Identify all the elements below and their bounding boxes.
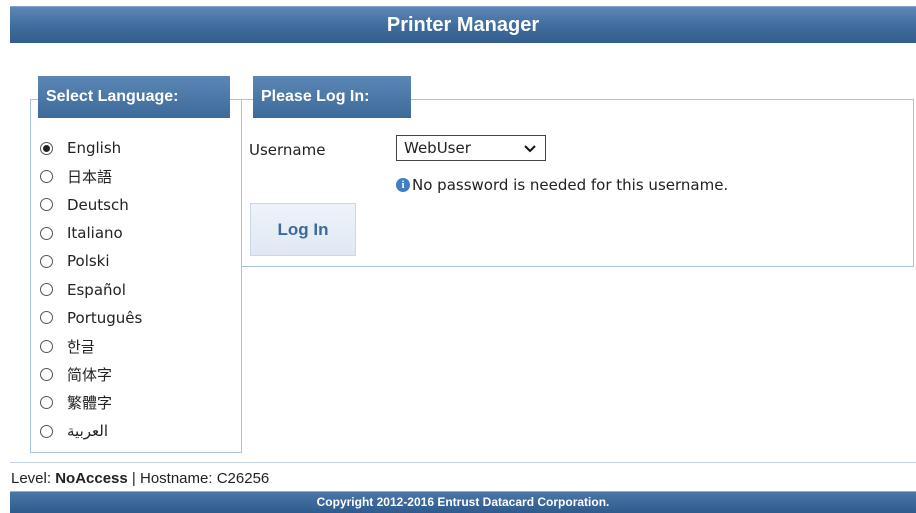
radio-button[interactable] bbox=[40, 254, 53, 268]
radio-button[interactable] bbox=[40, 339, 53, 353]
language-option-traditional-chinese[interactable]: 繁體字 bbox=[40, 389, 142, 417]
language-option-portuguese[interactable]: Português bbox=[40, 304, 142, 332]
level-label: Level: bbox=[11, 470, 52, 487]
copyright-text: Copyright 2012-2016 Entrust Datacard Cor… bbox=[316, 495, 610, 509]
radio-button[interactable] bbox=[40, 311, 53, 325]
language-label: Português bbox=[67, 308, 143, 327]
language-label: English bbox=[67, 139, 122, 158]
username-select[interactable]: WebUser bbox=[396, 135, 546, 161]
language-option-japanese[interactable]: 日本語 bbox=[40, 162, 142, 190]
language-option-english[interactable]: English bbox=[40, 134, 142, 162]
radio-button[interactable] bbox=[40, 226, 53, 240]
language-option-korean[interactable]: 한글 bbox=[40, 332, 142, 360]
language-list: English 日本語 Deutsch Italiano Polski Espa… bbox=[40, 134, 142, 445]
language-option-simplified-chinese[interactable]: 简体字 bbox=[40, 360, 142, 388]
radio-button[interactable] bbox=[40, 424, 53, 438]
language-label: Español bbox=[67, 280, 126, 299]
radio-button[interactable] bbox=[40, 141, 53, 155]
app-title: Printer Manager bbox=[386, 14, 540, 36]
login-legend: Please Log In: bbox=[253, 76, 411, 118]
divider bbox=[10, 462, 916, 463]
language-label: 繁體字 bbox=[67, 394, 113, 413]
language-option-german[interactable]: Deutsch bbox=[40, 191, 142, 219]
level-value: NoAccess bbox=[55, 470, 128, 487]
radio-button[interactable] bbox=[40, 283, 53, 297]
radio-button[interactable] bbox=[40, 169, 53, 183]
footer-bar: Copyright 2012-2016 Entrust Datacard Cor… bbox=[10, 491, 916, 513]
language-label: العربية bbox=[67, 422, 108, 441]
language-legend: Select Language: bbox=[38, 76, 230, 118]
language-label: 简体字 bbox=[67, 366, 113, 385]
info-icon: i bbox=[396, 178, 410, 192]
language-label: 日本語 bbox=[67, 167, 113, 186]
header-bar: Printer Manager bbox=[10, 6, 916, 43]
radio-button[interactable] bbox=[40, 396, 53, 410]
chevron-down-icon bbox=[523, 138, 537, 166]
language-option-italian[interactable]: Italiano bbox=[40, 219, 142, 247]
username-label: Username bbox=[249, 141, 326, 159]
language-label: Italiano bbox=[67, 224, 123, 243]
language-label: Polski bbox=[67, 252, 110, 271]
status-separator: | bbox=[131, 470, 136, 487]
language-label: 한글 bbox=[67, 337, 95, 356]
hostname-label: Hostname: bbox=[140, 470, 213, 487]
language-option-spanish[interactable]: Español bbox=[40, 275, 142, 303]
username-select-value: WebUser bbox=[404, 139, 471, 157]
hostname-value: C26256 bbox=[216, 470, 270, 487]
radio-button[interactable] bbox=[40, 368, 53, 382]
radio-button[interactable] bbox=[40, 198, 53, 212]
language-option-arabic[interactable]: العربية bbox=[40, 417, 142, 445]
language-option-polish[interactable]: Polski bbox=[40, 247, 142, 275]
login-button[interactable]: Log In bbox=[250, 203, 356, 256]
password-info: i No password is needed for this usernam… bbox=[396, 176, 728, 194]
language-label: Deutsch bbox=[67, 195, 129, 214]
status-line: Level: NoAccess | Hostname: C26256 bbox=[11, 470, 269, 487]
info-text: No password is needed for this username. bbox=[412, 176, 729, 194]
